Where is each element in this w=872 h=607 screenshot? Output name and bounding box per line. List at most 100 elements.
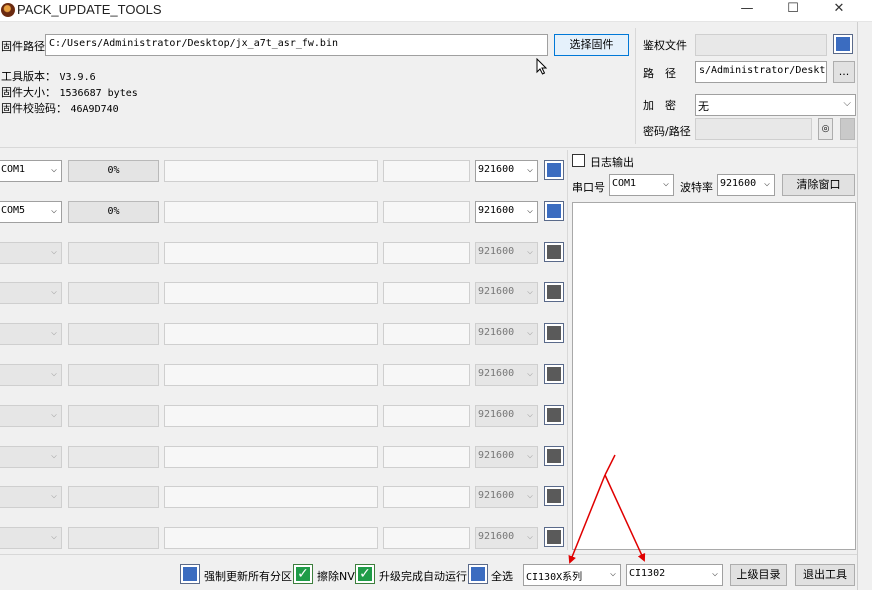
port-enable-checkbox[interactable]	[544, 527, 564, 547]
baud-select[interactable]: 921600 ⌵	[475, 160, 538, 182]
chevron-down-icon: ⌵	[526, 531, 533, 542]
clear-log-button[interactable]: 清除窗口	[782, 174, 855, 196]
password-input[interactable]	[695, 118, 812, 140]
force-update-checkbox[interactable]	[180, 564, 200, 584]
status-field	[164, 486, 378, 508]
checkmark-icon: ✓	[358, 566, 372, 582]
auth-panel-divider	[635, 28, 636, 144]
encrypt-select-value: 无	[698, 100, 709, 113]
port-select-value: COM5	[1, 205, 26, 216]
chevron-down-icon: ⌵	[50, 531, 57, 542]
port-select[interactable]: COM1 ⌵	[0, 160, 62, 182]
status-field	[164, 160, 378, 182]
select-all-checkbox[interactable]	[468, 564, 488, 584]
chevron-down-icon: ⌵	[50, 450, 57, 461]
port-enable-checkbox[interactable]	[544, 242, 564, 262]
progress-field	[68, 486, 159, 508]
auth-file-toggle[interactable]	[833, 34, 853, 54]
auth-file-input[interactable]	[695, 34, 827, 56]
port-select[interactable]: ⌵	[0, 242, 62, 264]
baud-select-value: 921600	[478, 531, 515, 542]
baud-select[interactable]: 921600 ⌵	[475, 242, 538, 264]
baud-select[interactable]: 921600 ⌵	[475, 282, 538, 304]
encrypt-select[interactable]: 无 ⌵	[695, 94, 856, 116]
progress-field	[68, 323, 159, 345]
password-extra-button[interactable]	[840, 118, 855, 140]
baud-select[interactable]: 921600 ⌵	[475, 323, 538, 345]
encrypt-label: 加 密	[643, 99, 676, 112]
firmware-path-input[interactable]: C:/Users/Administrator/Desktop/jx_a7t_as…	[45, 34, 548, 56]
baud-select[interactable]: 921600 ⌵	[475, 486, 538, 508]
progress-field	[68, 282, 159, 304]
parent-directory-button[interactable]: 上级目录	[730, 564, 787, 586]
chevron-down-icon: ⌵	[526, 490, 533, 501]
chevron-down-icon: ⌵	[763, 178, 770, 189]
port-enable-checkbox[interactable]	[544, 323, 564, 343]
status-field	[164, 364, 378, 386]
info-field	[383, 446, 470, 468]
exit-tool-button[interactable]: 退出工具	[795, 564, 855, 586]
port-enable-checkbox[interactable]	[544, 486, 564, 506]
baud-select[interactable]: 921600 ⌵	[475, 201, 538, 223]
password-label: 密码/路径	[643, 125, 691, 138]
tool-version-label: 工具版本：	[1, 70, 56, 83]
baud-select-value: 921600	[478, 450, 515, 461]
auth-browse-button[interactable]: ...	[833, 61, 855, 83]
background-window-strip	[0, 590, 872, 607]
port-select[interactable]: ⌵	[0, 446, 62, 468]
minimize-button[interactable]: —	[724, 0, 770, 20]
log-baud-label: 波特率	[680, 181, 713, 194]
maximize-button[interactable]: ☐	[770, 0, 816, 20]
footer-divider	[0, 554, 857, 555]
port-enable-checkbox[interactable]	[544, 160, 564, 180]
info-field	[383, 486, 470, 508]
baud-select[interactable]: 921600 ⌵	[475, 446, 538, 468]
port-select[interactable]: ⌵	[0, 486, 62, 508]
status-field	[164, 527, 378, 549]
firmware-checksum-value: 46A9D740	[70, 104, 119, 115]
port-enable-checkbox[interactable]	[544, 446, 564, 466]
log-port-select[interactable]: COM1 ⌵	[609, 174, 674, 196]
port-select[interactable]: ⌵	[0, 527, 62, 549]
port-enable-checkbox[interactable]	[544, 282, 564, 302]
port-select-value: COM1	[1, 164, 26, 175]
log-baud-select[interactable]: 921600 ⌵	[717, 174, 775, 196]
progress-field: 0%	[68, 201, 159, 223]
info-field	[383, 405, 470, 427]
port-select[interactable]: COM5 ⌵	[0, 201, 62, 223]
chevron-down-icon: ⌵	[50, 286, 57, 297]
port-select[interactable]: ⌵	[0, 282, 62, 304]
firmware-size-value: 1536687 bytes	[59, 88, 138, 99]
baud-select[interactable]: 921600 ⌵	[475, 364, 538, 386]
port-enable-checkbox[interactable]	[544, 405, 564, 425]
port-select[interactable]: ⌵	[0, 405, 62, 427]
port-select[interactable]: ⌵	[0, 323, 62, 345]
progress-field	[68, 364, 159, 386]
chip-series-select[interactable]: CI130X系列 ⌵	[523, 564, 621, 586]
erase-nv-checkbox[interactable]: ✓	[293, 564, 313, 584]
baud-select[interactable]: 921600 ⌵	[475, 405, 538, 427]
log-output-area[interactable]	[572, 202, 856, 550]
chevron-down-icon: ⌵	[50, 327, 57, 338]
auto-run-checkbox[interactable]: ✓	[355, 564, 375, 584]
info-field	[383, 323, 470, 345]
log-output-checkbox[interactable]	[572, 154, 585, 167]
firmware-size-row: 固件大小： 1536687 bytes	[1, 84, 138, 100]
chevron-down-icon: ⌵	[526, 450, 533, 461]
port-enable-checkbox[interactable]	[544, 201, 564, 221]
show-password-icon[interactable]: ◎	[818, 118, 833, 140]
close-button[interactable]: ✕	[816, 0, 862, 20]
chevron-down-icon: ⌵	[843, 98, 851, 109]
log-baud-value: 921600	[720, 178, 757, 189]
auth-path-input[interactable]: s/Administrator/Desktop	[695, 61, 827, 83]
chip-model-value: CI1302	[629, 568, 666, 579]
baud-select[interactable]: 921600 ⌵	[475, 527, 538, 549]
force-update-label: 强制更新所有分区	[204, 570, 292, 583]
port-select[interactable]: ⌵	[0, 364, 62, 386]
port-enable-checkbox[interactable]	[544, 364, 564, 384]
auth-file-label: 鉴权文件	[643, 39, 687, 52]
select-firmware-button[interactable]: 选择固件	[554, 34, 629, 56]
status-field	[164, 201, 378, 223]
chip-model-select[interactable]: CI1302 ⌵	[626, 564, 723, 586]
chevron-down-icon: ⌵	[50, 246, 57, 257]
